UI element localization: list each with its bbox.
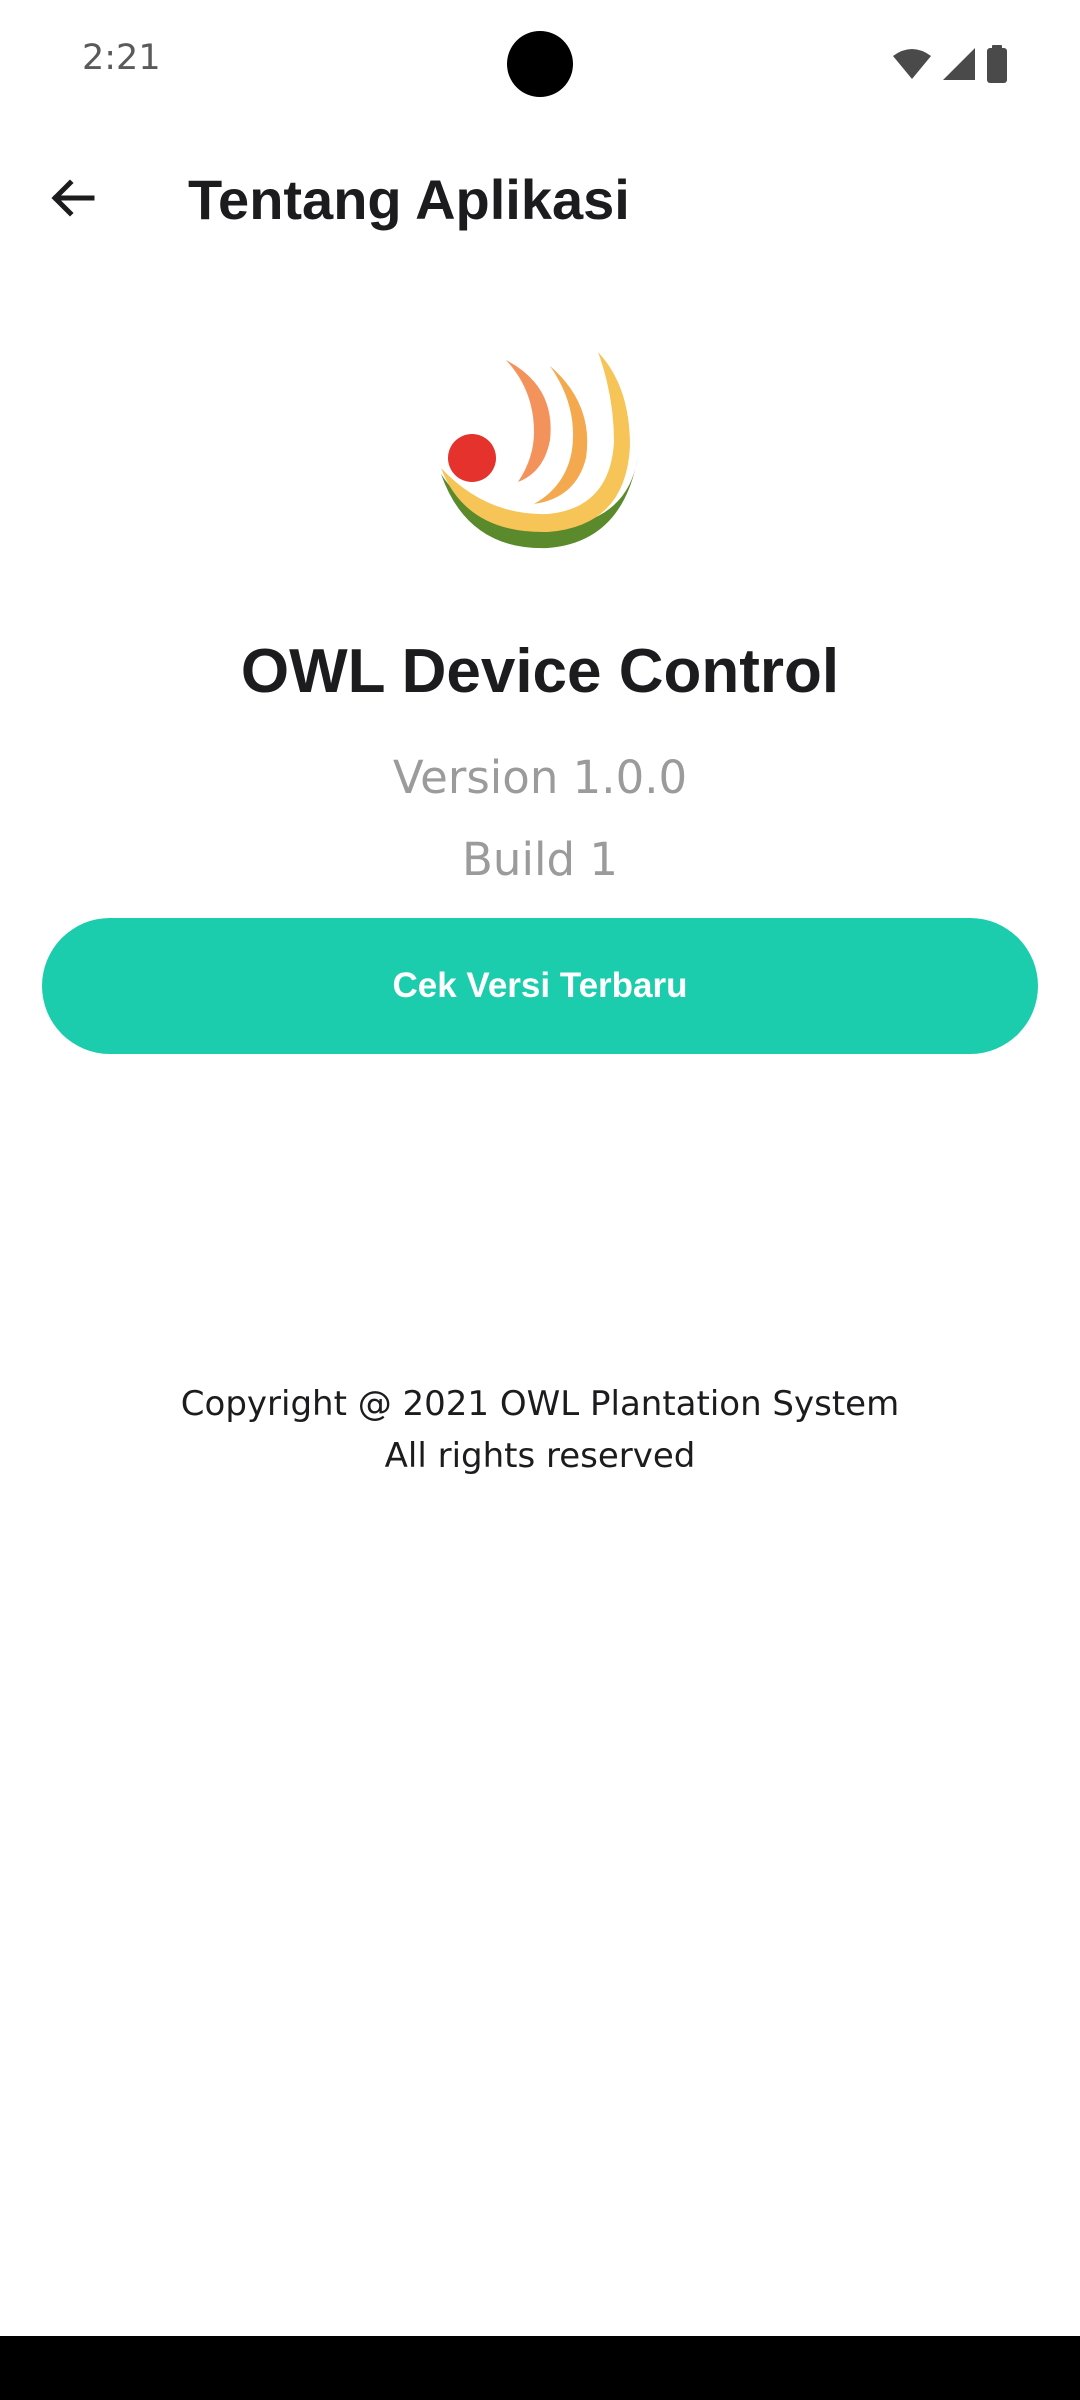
check-latest-version-button[interactable]: Cek Versi Terbaru	[42, 918, 1038, 1054]
build-text: Build 1	[462, 833, 618, 886]
wifi-icon	[892, 48, 932, 80]
battery-icon	[986, 45, 1008, 83]
page-title: Tentang Aplikasi	[188, 168, 630, 231]
rights-reserved-line: All rights reserved	[384, 1436, 696, 1476]
arrow-left-icon	[48, 174, 96, 227]
app-bar: Tentang Aplikasi	[0, 150, 1080, 250]
status-icons	[892, 44, 1008, 84]
version-text: Version 1.0.0	[392, 751, 688, 804]
back-button[interactable]	[34, 162, 110, 238]
app-name: OWL Device Control	[240, 637, 840, 706]
signal-icon	[942, 47, 976, 81]
owl-logo	[438, 346, 644, 552]
copyright-line: Copyright @ 2021 OWL Plantation System	[180, 1384, 900, 1424]
status-bar: 2:21	[0, 0, 1080, 128]
camera-cutout	[507, 31, 573, 97]
navigation-bar	[0, 2336, 1080, 2400]
status-time: 2:21	[82, 38, 161, 78]
copyright: Copyright @ 2021 OWL Plantation System A…	[0, 1378, 1080, 1482]
